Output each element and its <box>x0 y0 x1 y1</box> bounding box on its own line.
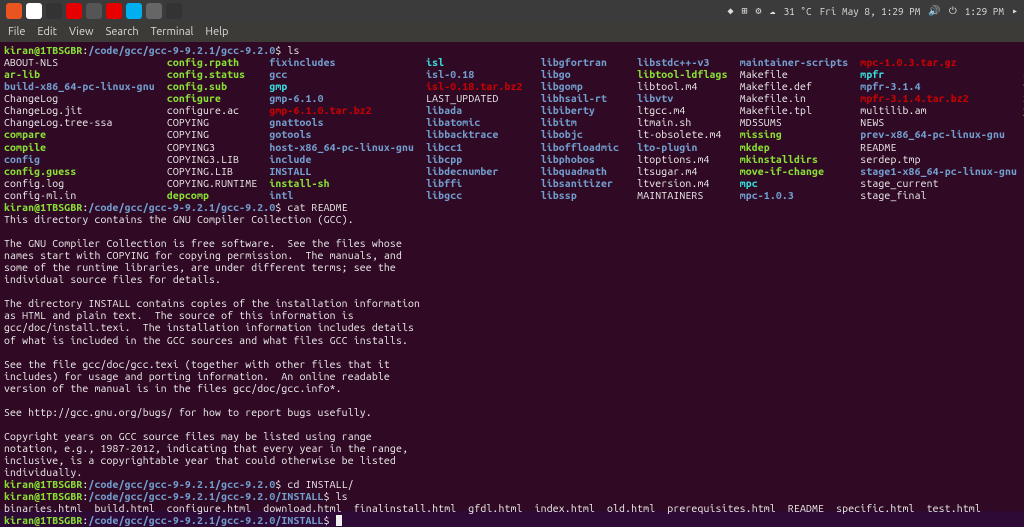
tray-indicator-icon[interactable]: ⚙ <box>756 5 762 17</box>
clock-text: 1:29 PM <box>965 6 1004 17</box>
skype-icon[interactable] <box>126 3 142 19</box>
vivaldi-icon[interactable] <box>106 3 122 19</box>
temperature-text: 31 °C <box>784 6 812 17</box>
power-icon[interactable]: ▸ <box>1012 5 1018 17</box>
speaker-icon[interactable]: 🔊 <box>928 5 940 17</box>
network-icon[interactable]: ⏻ <box>949 5 957 17</box>
date-text: Fri May 8, 1:29 PM <box>820 6 921 17</box>
menu-search[interactable]: Search <box>106 26 139 38</box>
terminal-menubar: File Edit View Search Terminal Help <box>0 22 1024 42</box>
menu-file[interactable]: File <box>8 26 25 38</box>
terminal-viewport[interactable]: kiran@1TBSGBR:/code/gcc/gcc-9-9.2.1/gcc-… <box>0 42 1024 511</box>
taskbar-icons <box>6 3 182 19</box>
gnome-top-bar: ◆ ⊞ ⚙ ☁ 31 °C Fri May 8, 1:29 PM 🔊 ⏻ 1:2… <box>0 0 1024 22</box>
firefox-icon[interactable] <box>26 3 42 19</box>
system-tray: ◆ ⊞ ⚙ ☁ 31 °C Fri May 8, 1:29 PM 🔊 ⏻ 1:2… <box>727 5 1018 17</box>
editor-icon[interactable] <box>146 3 162 19</box>
menu-help[interactable]: Help <box>205 26 228 38</box>
chrome-icon[interactable] <box>46 3 62 19</box>
weather-icon[interactable]: ☁ <box>770 5 776 17</box>
menu-edit[interactable]: Edit <box>37 26 57 38</box>
app-icon[interactable] <box>6 3 22 19</box>
files-icon[interactable] <box>86 3 102 19</box>
opera-icon[interactable] <box>66 3 82 19</box>
terminal-icon[interactable] <box>166 3 182 19</box>
tray-indicator-icon[interactable]: ⊞ <box>741 5 747 17</box>
tray-indicator-icon[interactable]: ◆ <box>727 5 733 17</box>
menu-terminal[interactable]: Terminal <box>151 26 194 38</box>
menu-view[interactable]: View <box>69 26 94 38</box>
